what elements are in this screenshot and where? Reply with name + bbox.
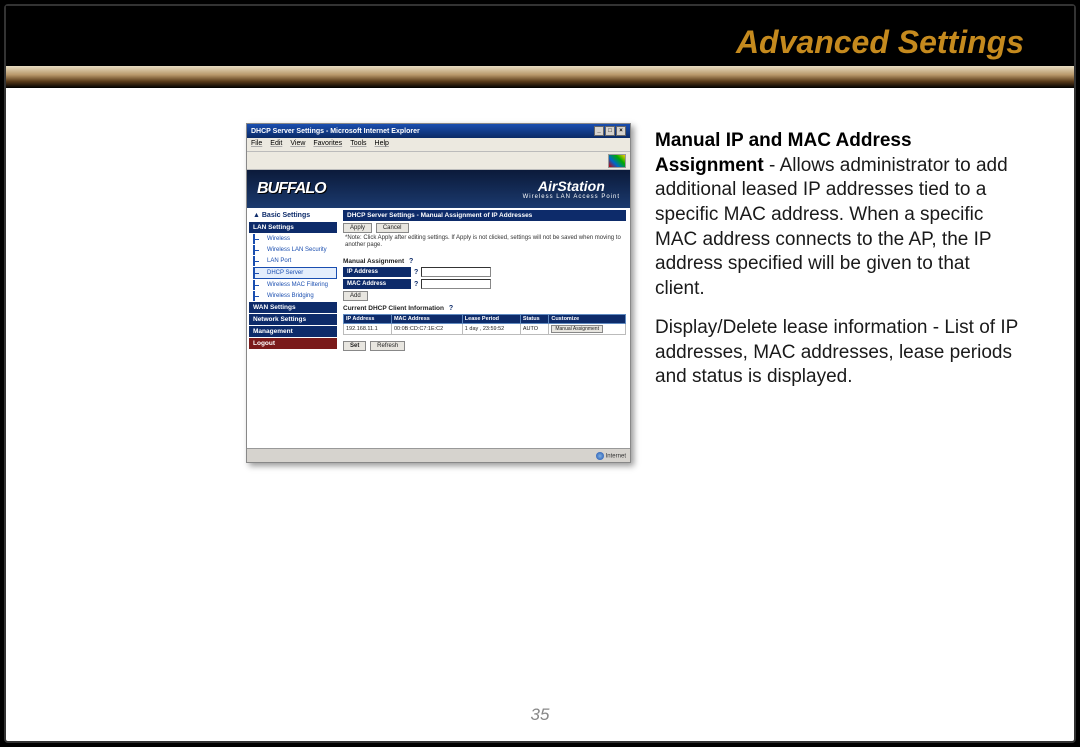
menu-tools[interactable]: Tools [350, 140, 366, 149]
body-p1: - Allows administra­tor to add additiona… [655, 155, 1008, 299]
browser-toolbar [247, 152, 630, 170]
sidebar-item-wireless-bridging[interactable]: Wireless Bridging [253, 291, 337, 301]
close-icon[interactable]: × [616, 126, 626, 136]
browser-window: DHCP Server Settings - Microsoft Interne… [246, 123, 631, 463]
status-right: Internet [606, 453, 626, 459]
manual-assignment-button[interactable]: Manual Assignment [551, 325, 603, 333]
brand-bar: BUFFALO AirStation Wireless LAN Access P… [247, 170, 630, 208]
manual-assignment-label: Manual Assignment [343, 258, 404, 265]
note-text: *Note: Click Apply after editing setting… [343, 233, 626, 254]
th-mac: MAC Address [391, 315, 462, 324]
menu-file[interactable]: File [251, 140, 262, 149]
page-title: Advanced Settings [736, 24, 1024, 61]
help-icon[interactable]: ? [446, 305, 456, 312]
minimize-icon[interactable]: _ [594, 126, 604, 136]
menu-view[interactable]: View [290, 140, 305, 149]
current-dhcp-label: Current DHCP Client Information [343, 305, 444, 312]
menu-bar: File Edit View Favorites Tools Help [247, 138, 630, 152]
sidebar-management[interactable]: Management [249, 326, 337, 337]
menu-favorites[interactable]: Favorites [313, 140, 342, 149]
th-status: Status [520, 315, 548, 324]
main-pane: DHCP Server Settings - Manual Assignment… [339, 208, 630, 448]
sidebar-logout[interactable]: Logout [249, 338, 337, 349]
mac-address-input[interactable] [421, 279, 491, 289]
pane-title: DHCP Server Settings - Manual Assignment… [343, 210, 626, 221]
sidebar-item-wireless[interactable]: Wireless [253, 234, 337, 244]
cell-status: AUTO [520, 324, 548, 335]
maximize-icon[interactable]: □ [605, 126, 615, 136]
help-icon[interactable]: ? [406, 258, 416, 265]
menu-edit[interactable]: Edit [270, 140, 282, 149]
help-icon[interactable]: ? [411, 281, 421, 288]
body-p2: Display/Delete lease informa­tion - List… [655, 316, 1020, 390]
sidebar-item-wireless-security[interactable]: Wireless LAN Security [253, 245, 337, 255]
help-icon[interactable]: ? [411, 269, 421, 276]
mac-address-label: MAC Address [343, 279, 411, 289]
sidebar-item-dhcp-server[interactable]: DHCP Server [253, 267, 337, 279]
menu-help[interactable]: Help [375, 140, 389, 149]
th-lease: Lease Period [462, 315, 520, 324]
sidebar-item-mac-filtering[interactable]: Wireless MAC Filtering [253, 280, 337, 290]
sidebar-item-lan-port[interactable]: LAN Port [253, 256, 337, 266]
globe-icon [596, 452, 604, 460]
sidebar: ▲ Basic Settings LAN Settings Wireless W… [247, 208, 339, 448]
sidebar-lan-settings[interactable]: LAN Settings [249, 222, 337, 233]
th-ip: IP Address [344, 315, 392, 324]
brand-logo: BUFFALO [257, 180, 326, 198]
refresh-button[interactable]: Refresh [370, 341, 405, 351]
ip-address-input[interactable] [421, 267, 491, 277]
sidebar-basic-settings[interactable]: ▲ Basic Settings [249, 210, 337, 221]
apply-button[interactable]: Apply [343, 223, 372, 233]
sidebar-network-settings[interactable]: Network Settings [249, 314, 337, 325]
window-title: DHCP Server Settings - Microsoft Interne… [251, 128, 420, 135]
add-button[interactable]: Add [343, 291, 368, 301]
ip-address-label: IP Address [343, 267, 411, 277]
window-controls: _ □ × [594, 126, 626, 136]
set-button[interactable]: Set [343, 341, 366, 351]
th-customize: Customize [549, 315, 626, 324]
cancel-button[interactable]: Cancel [376, 223, 409, 233]
product-name: AirStation [523, 178, 620, 194]
windows-flag-icon [608, 154, 626, 168]
table-row: 192.168.11.1 00:0B:CD:C7:1E:C2 1 day , 2… [344, 324, 626, 335]
body-text: Manual IP and MAC Address Assignment - A… [655, 123, 1020, 701]
page-number: 35 [6, 705, 1074, 725]
sidebar-wan-settings[interactable]: WAN Settings [249, 302, 337, 313]
status-bar: Internet [247, 448, 630, 462]
product-subtitle: Wireless LAN Access Point [523, 194, 620, 200]
cell-ip: 192.168.11.1 [344, 324, 392, 335]
window-titlebar: DHCP Server Settings - Microsoft Interne… [247, 124, 630, 138]
dhcp-table: IP Address MAC Address Lease Period Stat… [343, 314, 626, 335]
cell-lease: 1 day , 23:59:52 [462, 324, 520, 335]
cell-mac: 00:0B:CD:C7:1E:C2 [391, 324, 462, 335]
